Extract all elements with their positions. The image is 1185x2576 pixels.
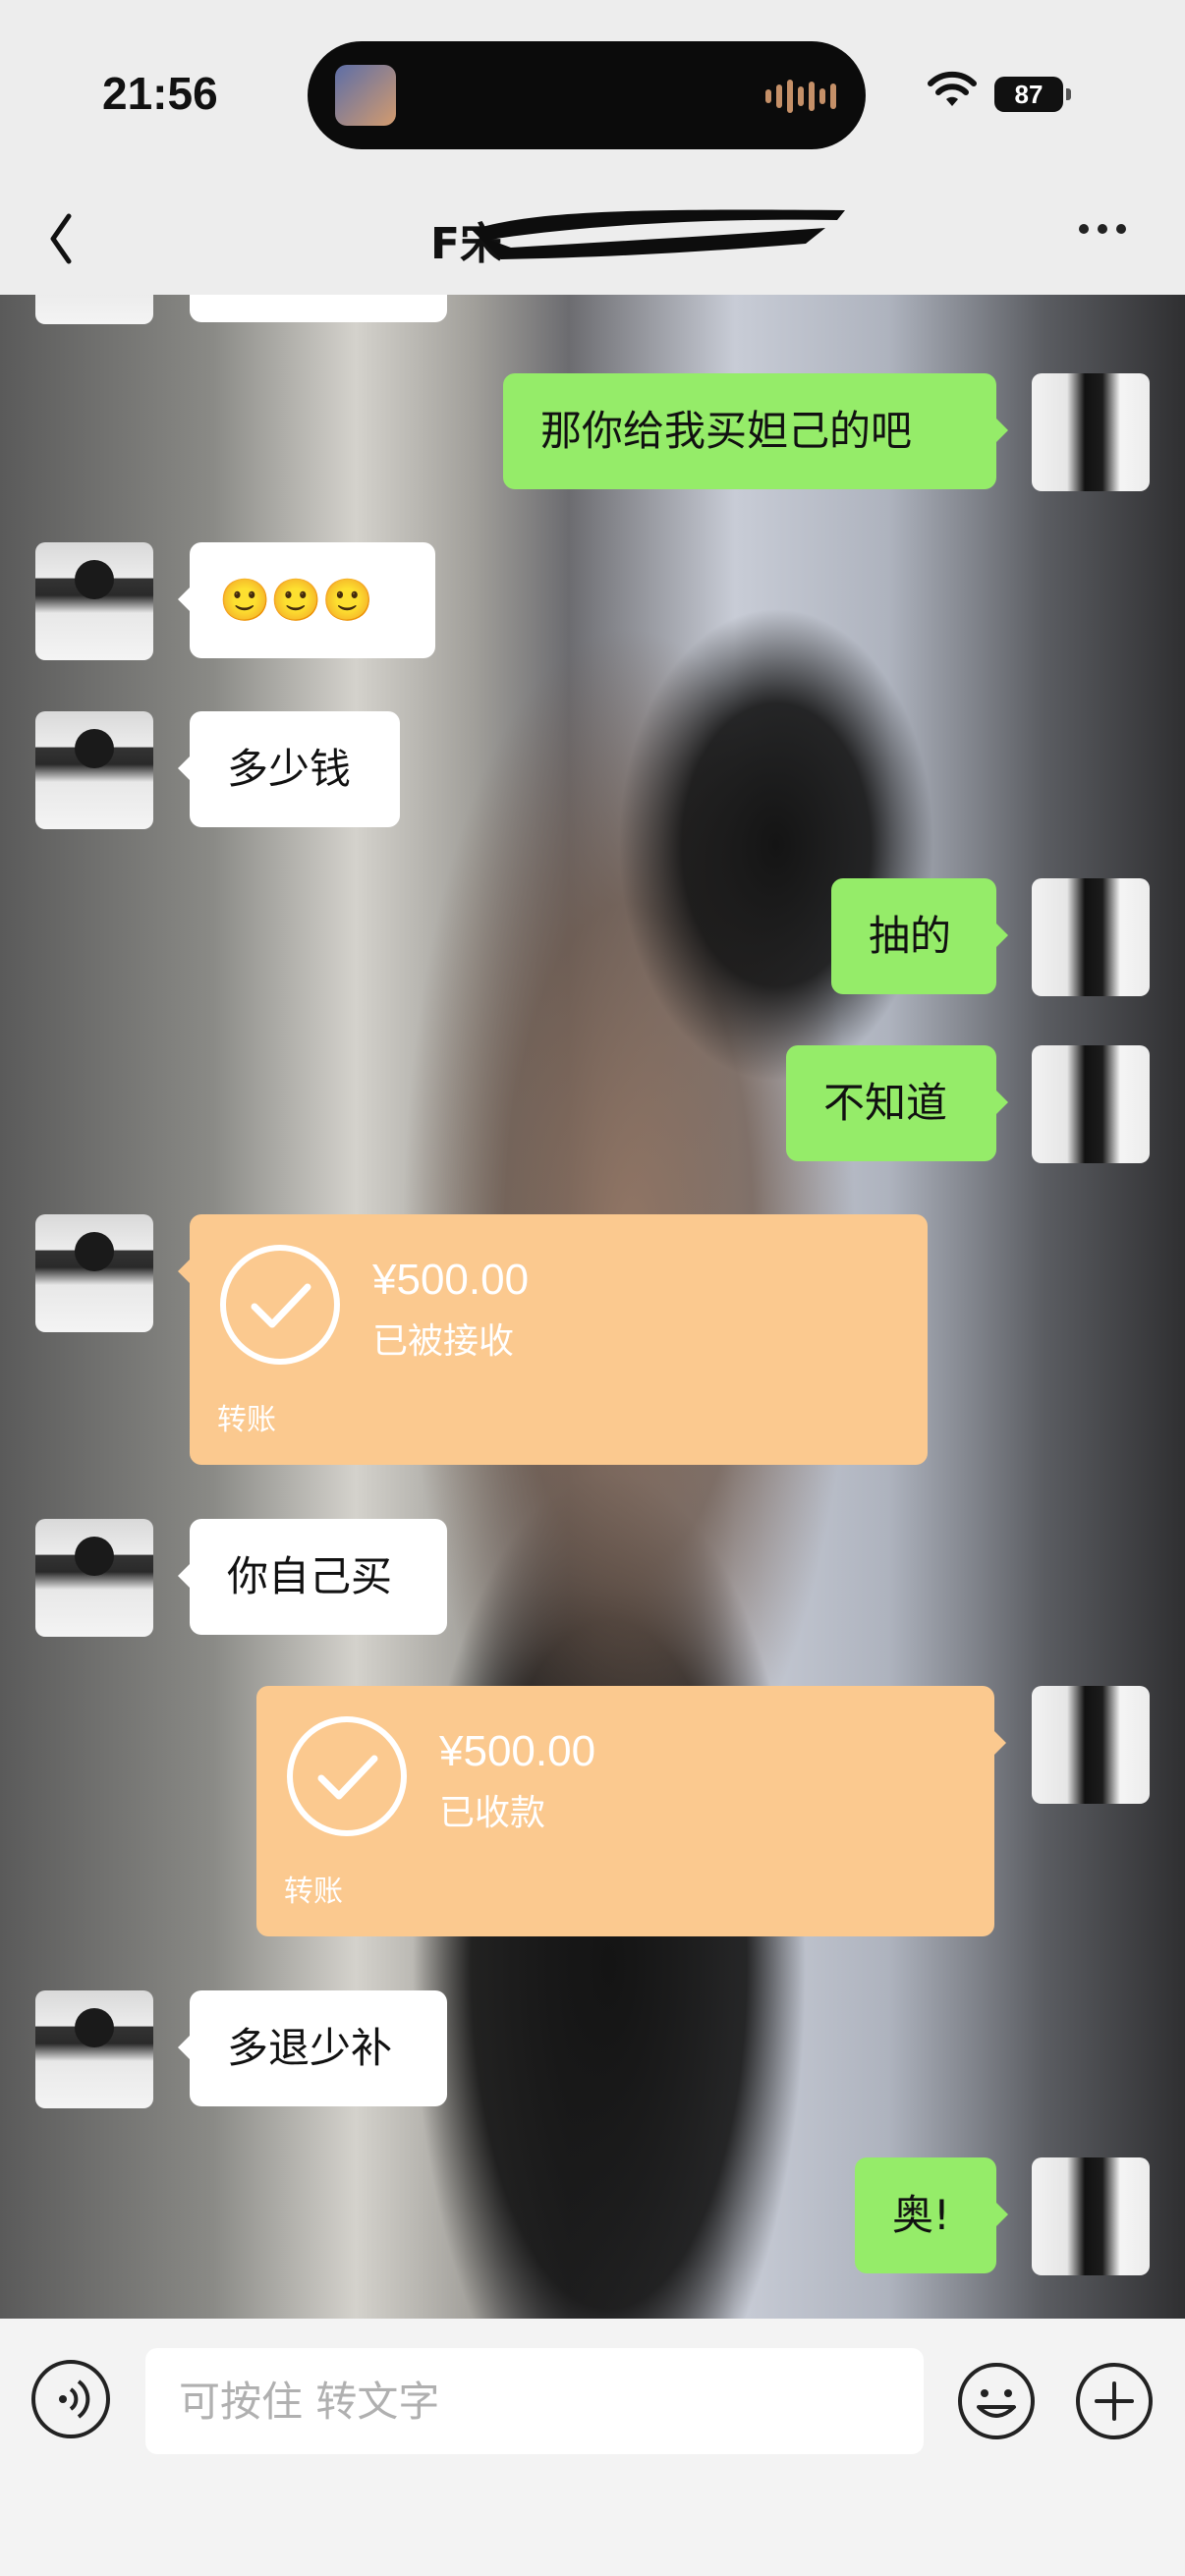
contact-avatar[interactable] xyxy=(35,1214,153,1332)
transfer-label: 转账 xyxy=(284,1875,343,1909)
dynamic-island[interactable] xyxy=(308,41,866,149)
message-bubble-sent[interactable]: 那你给我买妲己的吧 xyxy=(503,373,1008,489)
my-avatar[interactable] xyxy=(1032,1045,1150,1163)
contact-avatar[interactable] xyxy=(35,1990,153,2108)
audio-wave-icon xyxy=(765,77,836,116)
emoji-icon[interactable] xyxy=(955,2360,1038,2442)
my-avatar[interactable] xyxy=(1032,2157,1150,2275)
chat-area[interactable]: 那你给我买妲己的吧 🙂🙂🙂 多少钱 抽的 不知道 ¥500.00 已被接收 转账… xyxy=(0,295,1185,2319)
transfer-label: 转账 xyxy=(217,1403,276,1437)
chat-header: F宋 xyxy=(0,187,1185,295)
message-bubble-received[interactable]: 多退少补 xyxy=(178,1990,447,2106)
message-bubble-sent[interactable]: 奥! xyxy=(855,2157,1008,2273)
more-options-icon[interactable] xyxy=(1079,224,1126,234)
contact-avatar[interactable] xyxy=(35,711,153,829)
message-bubble-sent[interactable]: 不知道 xyxy=(786,1045,1008,1161)
transfer-status: 已被接收 xyxy=(372,1321,515,1362)
redaction-scribble xyxy=(472,209,845,259)
wifi-icon xyxy=(928,71,977,106)
transfer-amount: ¥500.00 xyxy=(372,1256,530,1304)
message-bubble-received[interactable]: 多少钱 xyxy=(178,711,400,827)
my-avatar[interactable] xyxy=(1032,1686,1150,1804)
now-playing-thumbnail xyxy=(335,65,396,126)
check-circle-icon xyxy=(220,1245,340,1365)
plus-icon[interactable] xyxy=(1073,2360,1156,2442)
battery-indicator: 87 xyxy=(994,77,1071,112)
transfer-card-received[interactable]: ¥500.00 已被接收 转账 xyxy=(178,1214,928,1465)
voice-wave-icon xyxy=(59,2380,90,2419)
message-bubble-received[interactable]: 你自己买 xyxy=(178,1519,447,1635)
input-bar xyxy=(0,2319,1185,2576)
message-bubble-received[interactable]: 🙂🙂🙂 xyxy=(178,542,435,658)
voice-input-button[interactable] xyxy=(31,2360,110,2438)
contact-avatar[interactable] xyxy=(35,295,153,324)
contact-avatar[interactable] xyxy=(35,1519,153,1637)
transfer-amount: ¥500.00 xyxy=(439,1727,596,1775)
check-circle-icon xyxy=(287,1716,407,1836)
message-bubble-sent[interactable]: 抽的 xyxy=(831,878,1008,994)
back-chevron-icon[interactable] xyxy=(47,204,106,273)
my-avatar[interactable] xyxy=(1032,878,1150,996)
status-time: 21:56 xyxy=(102,68,218,119)
message-bubble-partial[interactable] xyxy=(190,295,447,322)
transfer-card-sent[interactable]: ¥500.00 已收款 转账 xyxy=(256,1686,1006,1936)
my-avatar[interactable] xyxy=(1032,373,1150,491)
transfer-status: 已收款 xyxy=(439,1793,546,1833)
message-input[interactable] xyxy=(145,2348,924,2454)
status-bar: 21:56 87 xyxy=(0,0,1185,187)
contact-avatar[interactable] xyxy=(35,542,153,660)
